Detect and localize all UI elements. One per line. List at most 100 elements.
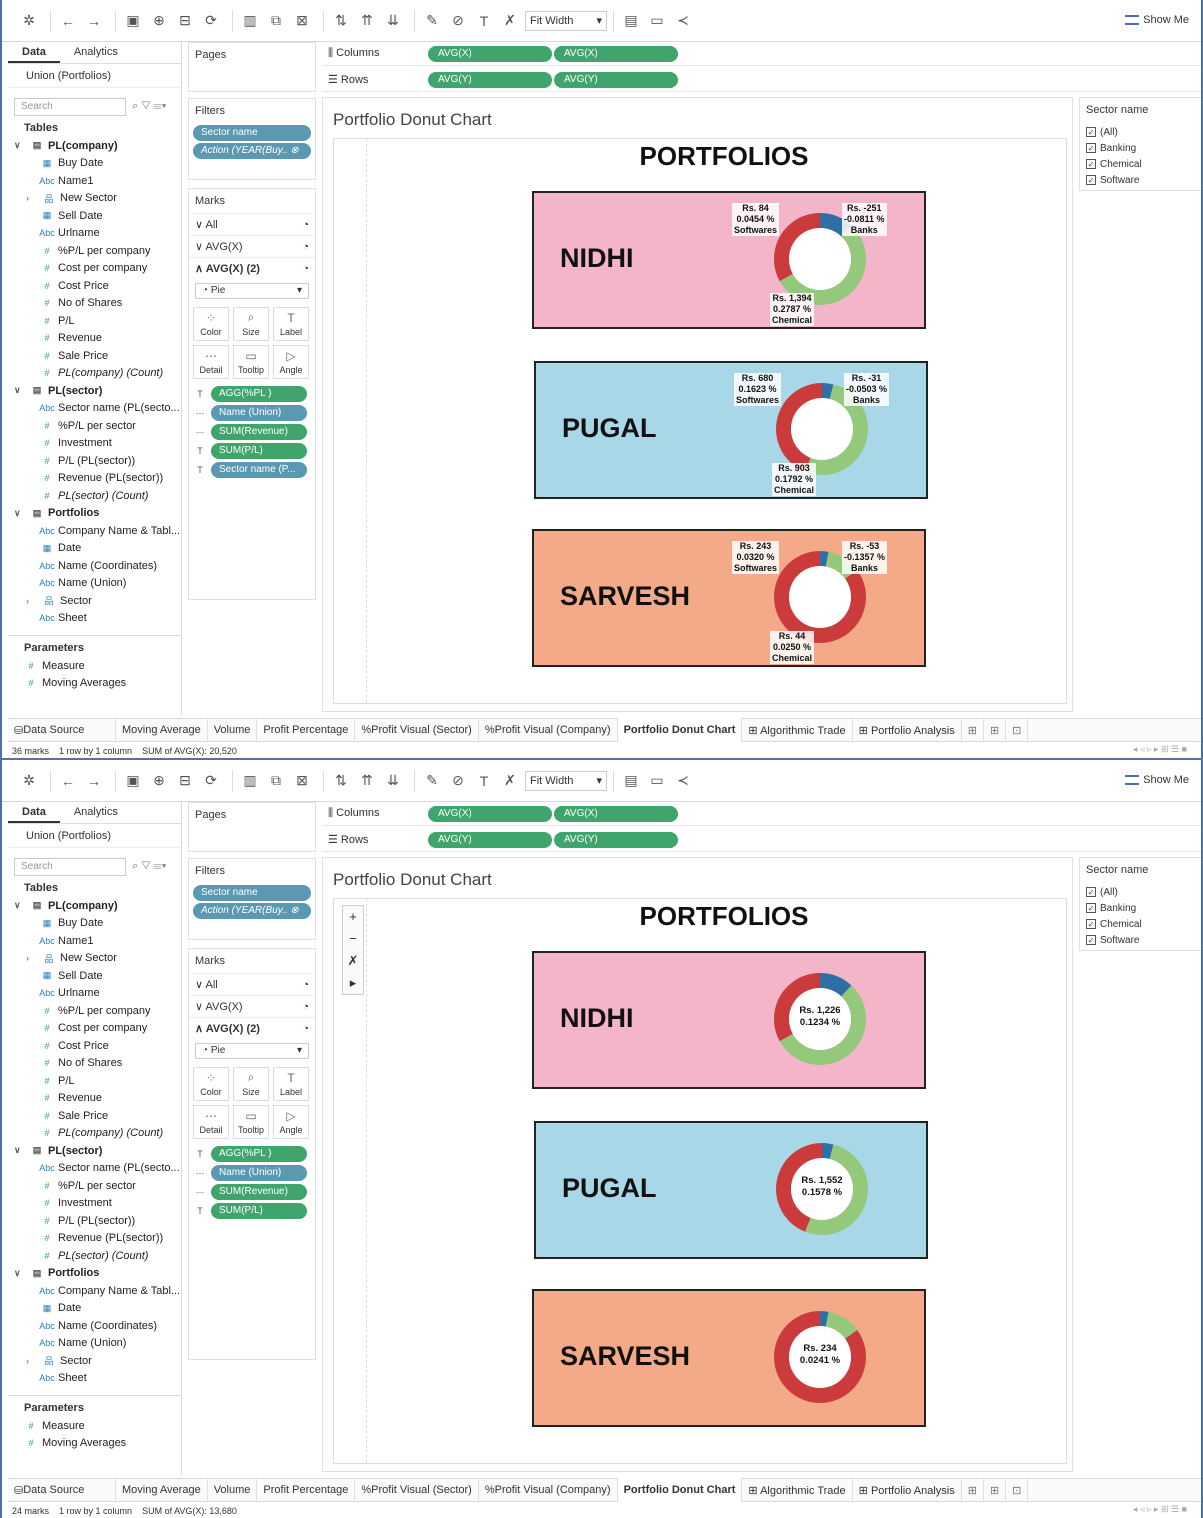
mark-type-dropdown[interactable]: ◔ Pie ▾: [195, 1043, 309, 1059]
portfolio-card[interactable]: PUGAL Rs. 680 0.1623 % Softwares Rs. -31 -0.0…: [534, 361, 928, 499]
field-item[interactable]: Abc Sheet: [8, 610, 181, 628]
filter-pill[interactable]: Sector name: [193, 125, 311, 141]
chevron-right-icon[interactable]: ›: [26, 1356, 38, 1366]
zoom-in-icon[interactable]: +: [349, 906, 357, 928]
sheet-tab[interactable]: %Profit Visual (Sector): [355, 1478, 479, 1502]
shelf-pill[interactable]: AVG(X): [554, 45, 678, 62]
fix-axes-icon[interactable]: ✗: [499, 10, 521, 32]
field-item[interactable]: Abc Sheet: [8, 1370, 181, 1388]
checkbox-checked-icon[interactable]: ✓: [1086, 935, 1096, 945]
field-item[interactable]: › 品 Sector: [8, 592, 181, 610]
portfolio-card[interactable]: NIDHI Rs. 84 0.0454 % Softwares Rs. -251 -0.0…: [532, 191, 926, 329]
sheet-tab[interactable]: %Profit Visual (Company): [479, 718, 618, 742]
field-item[interactable]: # %P/L per company: [8, 242, 181, 260]
field-item[interactable]: # P/L (PL(sector)): [8, 452, 181, 470]
filter-icon[interactable]: ▽: [141, 860, 153, 872]
field-item[interactable]: Abc Name1: [8, 172, 181, 190]
field-item[interactable]: # Revenue (PL(sector)): [8, 1230, 181, 1248]
view-options-icon[interactable]: ☰▾: [154, 860, 167, 872]
sheet-tab[interactable]: Profit Percentage: [257, 1478, 356, 1502]
sheet-tab[interactable]: %Profit Visual (Sector): [355, 718, 479, 742]
field-item[interactable]: # P/L (PL(sector)): [8, 1212, 181, 1230]
zoom-out-icon[interactable]: −: [349, 928, 357, 950]
redo-icon[interactable]: →: [83, 10, 105, 32]
new-dashboard-icon[interactable]: ⊞: [984, 1478, 1007, 1502]
pages-shelf[interactable]: Pages: [188, 802, 316, 852]
field-item[interactable]: ▦ Sell Date: [8, 967, 181, 985]
color-button[interactable]: ⁘ Color: [193, 307, 229, 341]
undo-icon[interactable]: ←: [57, 770, 79, 792]
table-row[interactable]: ∨ ▤ PL(company): [8, 137, 181, 155]
fit-width-dropdown[interactable]: Fit Width ▾: [525, 10, 607, 31]
chevron-down-icon[interactable]: ∨: [14, 1268, 26, 1279]
chart-canvas[interactable]: PORTFOLIOS + − ✗ ▸ NIDHI Rs. 1,226 0.1234 % PUGA…: [333, 898, 1067, 1464]
field-item[interactable]: Abc Company Name & Tabl...: [8, 522, 181, 540]
sheet-navigation[interactable]: ◂ ◃ ▹ ▸ ⊞ ☰ ■: [1133, 1504, 1187, 1515]
field-item[interactable]: # Revenue (PL(sector)): [8, 470, 181, 488]
field-item[interactable]: Abc Urlname: [8, 985, 181, 1003]
sector-filter-option[interactable]: ✓ (All): [1086, 124, 1196, 140]
mark-type-dropdown[interactable]: ◔ Pie ▾: [195, 283, 309, 299]
search-icon[interactable]: ⌕: [132, 100, 141, 112]
refresh-icon[interactable]: ⟳: [200, 10, 222, 32]
field-item[interactable]: ▦ Buy Date: [8, 915, 181, 933]
portfolio-card[interactable]: SARVESH Rs. 243 0.0320 % Softwares Rs. -53 -0…: [532, 529, 926, 667]
field-item[interactable]: # PL(company) (Count): [8, 365, 181, 383]
presentation-icon[interactable]: ▭: [646, 10, 668, 32]
table-row[interactable]: ∨ ▤ PL(company): [8, 897, 181, 915]
fix-axes-icon[interactable]: ✗: [499, 770, 521, 792]
field-item[interactable]: # No of Shares: [8, 1055, 181, 1073]
field-search-input[interactable]: Search: [14, 98, 126, 116]
field-item[interactable]: Abc Name (Coordinates): [8, 557, 181, 575]
field-item[interactable]: Abc Name (Union): [8, 1335, 181, 1353]
checkbox-checked-icon[interactable]: ✓: [1086, 919, 1096, 929]
chevron-down-icon[interactable]: ∨: [14, 140, 26, 151]
sort-desc-icon[interactable]: ⇊: [382, 770, 404, 792]
field-item[interactable]: ▦ Buy Date: [8, 155, 181, 173]
data-source-tab[interactable]: ⛁ Data Source: [8, 718, 116, 742]
data-source-tab[interactable]: ⛁ Data Source: [8, 1478, 116, 1502]
marks-layer-row[interactable]: ∨ All ◔: [189, 213, 315, 235]
chevron-right-icon[interactable]: ›: [26, 193, 38, 203]
shelf-pill[interactable]: AVG(Y): [554, 831, 678, 848]
sheet-tab[interactable]: %Profit Visual (Company): [479, 1478, 618, 1502]
new-worksheet-icon[interactable]: ▥: [239, 10, 261, 32]
field-item[interactable]: # No of Shares: [8, 295, 181, 313]
portfolio-card[interactable]: NIDHI Rs. 1,226 0.1234 %: [532, 951, 926, 1089]
datasource-name[interactable]: Union (Portfolios): [8, 824, 181, 848]
marks-field-pill[interactable]: AGG(%PL ): [211, 1146, 307, 1162]
table-row[interactable]: ∨ ▤ PL(sector): [8, 1142, 181, 1160]
swap-icon[interactable]: ⇅: [330, 10, 352, 32]
angle-button[interactable]: ▷ Angle: [273, 1105, 309, 1139]
size-button[interactable]: ⌕ Size: [233, 1067, 269, 1101]
marks-layer-row[interactable]: ∨ AVG(X) ◔: [189, 235, 315, 257]
parameter-item[interactable]: # Moving Averages: [8, 1435, 181, 1453]
rows-shelf[interactable]: ☰ Rows AVG(Y) AVG(Y): [322, 68, 1203, 92]
angle-button[interactable]: ▷ Angle: [273, 345, 309, 379]
duplicate-icon[interactable]: ⧉: [265, 770, 287, 792]
field-item[interactable]: Abc Name (Union): [8, 575, 181, 593]
filter-pill[interactable]: Action (YEAR(Buy.. ⊗: [193, 143, 311, 159]
pause-updates-icon[interactable]: ⊟: [174, 770, 196, 792]
marks-field-pill[interactable]: SUM(P/L): [211, 443, 307, 459]
chevron-down-icon[interactable]: ∨: [14, 385, 26, 396]
checkbox-checked-icon[interactable]: ✓: [1086, 175, 1096, 185]
filters-shelf[interactable]: Filters Sector name Action (YEAR(Buy.. ⊗: [188, 98, 316, 180]
presentation-icon[interactable]: ▭: [646, 770, 668, 792]
label-button[interactable]: T Label: [273, 1067, 309, 1101]
sheet-tab[interactable]: ⊞ Portfolio Analysis: [853, 1478, 962, 1502]
label-button[interactable]: T Label: [273, 307, 309, 341]
size-button[interactable]: ⌕ Size: [233, 307, 269, 341]
new-story-icon[interactable]: ⊡: [1006, 1478, 1029, 1502]
field-item[interactable]: › 品 New Sector: [8, 950, 181, 968]
sector-filter-option[interactable]: ✓ Banking: [1086, 140, 1196, 156]
sheet-navigation[interactable]: ◂ ◃ ▹ ▸ ⊞ ☰ ■: [1133, 744, 1187, 755]
tooltip-button[interactable]: ▭ Tooltip: [233, 1105, 269, 1139]
highlight-icon[interactable]: ✎: [421, 10, 443, 32]
fit-width-dropdown[interactable]: Fit Width ▾: [525, 770, 607, 791]
marks-field-pill[interactable]: SUM(P/L): [211, 1203, 307, 1219]
field-item[interactable]: # Sale Price: [8, 347, 181, 365]
checkbox-checked-icon[interactable]: ✓: [1086, 127, 1096, 137]
chevron-down-icon[interactable]: ∨: [14, 1145, 26, 1156]
new-worksheet-icon[interactable]: ⊞: [962, 718, 984, 742]
